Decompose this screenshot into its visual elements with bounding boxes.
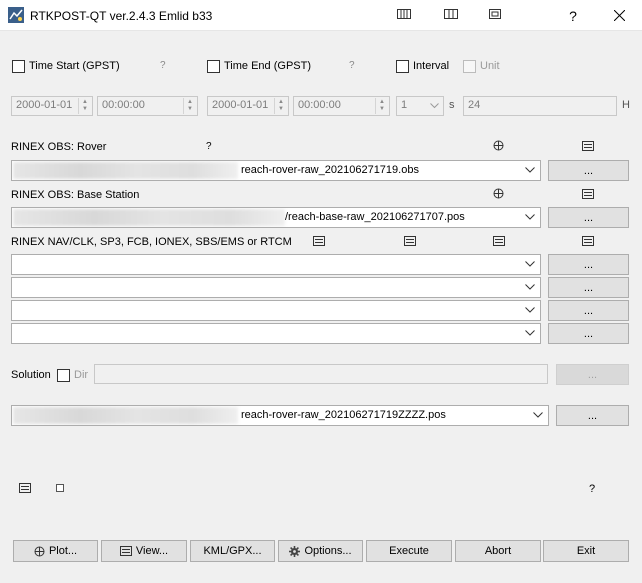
chevron-down-icon	[525, 167, 535, 173]
app-icon	[8, 7, 24, 23]
unit-label: Unit	[480, 60, 500, 72]
chevron-down-icon	[533, 412, 543, 418]
view-file-icon	[119, 546, 132, 556]
nav-browse-button-3[interactable]: ...	[548, 300, 629, 321]
end-date-field[interactable]: 2000-01-01 ▲ ▼	[207, 96, 289, 116]
table-view-icon[interactable]	[396, 6, 412, 22]
kml-gpx-button[interactable]: KML/GPX...	[190, 540, 275, 562]
options-button[interactable]: Options...	[278, 540, 363, 562]
plot-icon[interactable]	[493, 188, 504, 199]
nav-browse-button-4[interactable]: ...	[548, 323, 629, 344]
dir-browse-button[interactable]: ...	[556, 364, 629, 385]
chevron-down-icon	[525, 214, 535, 220]
execute-button[interactable]: Execute	[366, 540, 452, 562]
unit-suffix-label: H	[622, 99, 630, 111]
interval-checkbox[interactable]	[396, 60, 409, 73]
plot-icon[interactable]	[493, 140, 504, 151]
base-label: RINEX OBS: Base Station	[11, 189, 140, 201]
rover-browse-button[interactable]: ...	[548, 160, 629, 181]
chevron-down-icon	[525, 261, 535, 267]
time-start-label: Time Start (GPST)	[29, 60, 120, 72]
solution-help[interactable]: ?	[589, 483, 595, 495]
end-time-field[interactable]: 00:00:00 ▲ ▼	[293, 96, 390, 116]
rover-label: RINEX OBS: Rover	[11, 141, 107, 153]
chevron-down-icon	[430, 103, 439, 109]
view-button[interactable]: View...	[101, 540, 187, 562]
abort-button[interactable]: Abort	[455, 540, 541, 562]
view-file-icon[interactable]	[582, 141, 594, 151]
blurred-path	[13, 209, 285, 226]
nav-file-combo-1[interactable]	[11, 254, 541, 275]
view-file-icon[interactable]	[313, 236, 325, 246]
spin-arrows-icon[interactable]: ▲ ▼	[78, 98, 91, 114]
blurred-path	[13, 162, 238, 179]
nav-browse-button-2[interactable]: ...	[548, 277, 629, 298]
start-time-field[interactable]: 00:00:00 ▲ ▼	[97, 96, 198, 116]
interval-select[interactable]: 1	[396, 96, 444, 116]
base-browse-button[interactable]: ...	[548, 207, 629, 228]
nav-file-combo-3[interactable]	[11, 300, 541, 321]
interval-label: Interval	[413, 60, 450, 72]
window-close-button[interactable]	[596, 0, 642, 31]
time-start-checkbox[interactable]	[12, 60, 25, 73]
view-file-icon[interactable]	[582, 236, 594, 246]
base-file-combo[interactable]: /reach-base-raw_202106271707.pos	[11, 207, 541, 228]
nav-file-combo-2[interactable]	[11, 277, 541, 298]
unit-field[interactable]: 24	[463, 96, 617, 116]
time-end-label: Time End (GPST)	[224, 60, 311, 72]
view-file-icon[interactable]	[582, 189, 594, 199]
rover-help[interactable]: ?	[206, 141, 212, 152]
dir-label: Dir	[74, 369, 89, 381]
view-file-icon[interactable]	[493, 236, 505, 246]
spin-arrows-icon[interactable]: ▲ ▼	[375, 98, 388, 114]
solution-dir-checkbox[interactable]	[57, 369, 70, 382]
close-icon	[613, 10, 625, 21]
view-log-icon[interactable]	[19, 483, 31, 493]
plot-button[interactable]: Plot...	[13, 540, 98, 562]
window-title: RTKPOST-QT ver.2.4.3 Emlid b33	[30, 9, 213, 23]
time-end-help[interactable]: ?	[349, 60, 355, 71]
time-start-help[interactable]: ?	[160, 60, 166, 71]
solution-label: Solution	[11, 369, 51, 381]
rover-file-combo[interactable]: reach-rover-raw_202106271719.obs	[11, 160, 541, 181]
exit-button[interactable]: Exit	[543, 540, 629, 562]
square-icon[interactable]	[55, 483, 65, 493]
start-date-field[interactable]: 2000-01-01 ▲ ▼	[11, 96, 93, 116]
dir-field[interactable]	[94, 364, 548, 384]
chevron-down-icon	[525, 307, 535, 313]
blurred-path	[13, 407, 238, 424]
unit-checkbox[interactable]	[463, 60, 476, 73]
grid-view-icon[interactable]	[443, 6, 459, 22]
spin-arrows-icon[interactable]: ▲ ▼	[183, 98, 196, 114]
nav-file-combo-4[interactable]	[11, 323, 541, 344]
view-file-icon[interactable]	[404, 236, 416, 246]
output-file-combo[interactable]: reach-rover-raw_202106271719ZZZZ.pos	[11, 405, 549, 426]
time-end-checkbox[interactable]	[207, 60, 220, 73]
window-help-button[interactable]: ?	[550, 0, 596, 31]
chevron-down-icon	[525, 284, 535, 290]
nav-browse-button-1[interactable]: ...	[548, 254, 629, 275]
chevron-down-icon	[525, 330, 535, 336]
output-browse-button[interactable]: ...	[556, 405, 629, 426]
plot-icon	[34, 546, 45, 556]
window-icon[interactable]	[487, 6, 503, 22]
nav-label: RINEX NAV/CLK, SP3, FCB, IONEX, SBS/EMS …	[11, 236, 292, 248]
spin-arrows-icon[interactable]: ▲ ▼	[274, 98, 287, 114]
gear-icon	[289, 545, 301, 557]
interval-unit-label: s	[449, 99, 455, 111]
